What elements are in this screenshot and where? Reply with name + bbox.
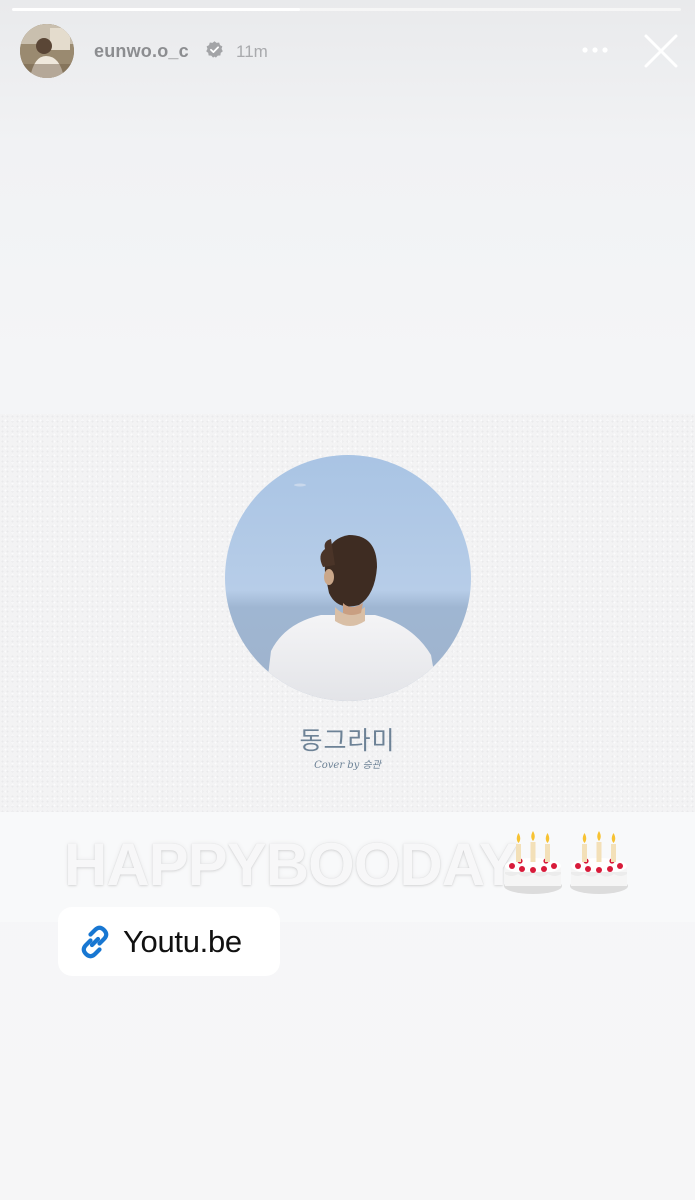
story-header: eunwo.o_c 11m: [0, 18, 695, 84]
story-viewer[interactable]: eunwo.o_c 11m 동그라미 Cover by 승관 HAPPYBOOD…: [0, 0, 695, 1200]
song-title: 동그라미: [299, 726, 396, 755]
link-sticker-label: Youtu.be: [123, 924, 242, 959]
close-icon[interactable]: [643, 33, 679, 69]
shared-post-card[interactable]: 동그라미 Cover by 승관: [0, 414, 695, 812]
link-sticker[interactable]: Youtu.be: [58, 907, 280, 976]
link-icon: [81, 925, 109, 959]
birthday-caption: HAPPYBOODAY: [64, 831, 519, 898]
birthday-cake-icon: [570, 831, 628, 894]
song-credit: Cover by 승관: [314, 760, 381, 771]
cover-photo: [225, 455, 471, 701]
story-timestamp: 11m: [236, 42, 268, 61]
birthday-cake-icon: [504, 831, 562, 894]
more-horizontal-icon[interactable]: [578, 40, 612, 60]
verified-badge-icon: [206, 41, 223, 58]
avatar[interactable]: [20, 24, 74, 78]
story-progress-bar: [12, 8, 681, 11]
story-progress-fill: [12, 8, 300, 11]
username[interactable]: eunwo.o_c: [94, 41, 189, 62]
